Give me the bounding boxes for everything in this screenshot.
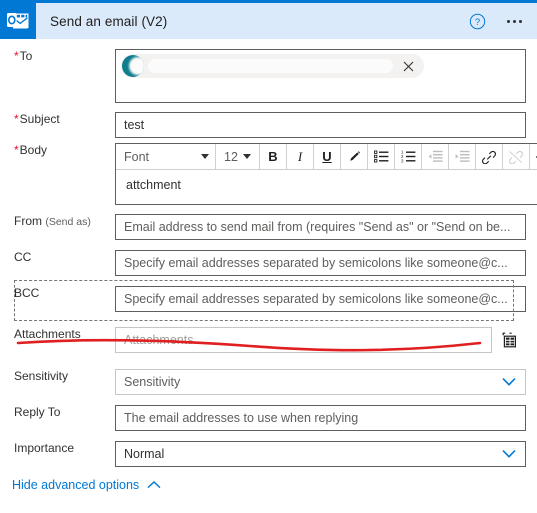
bcc-label: BCC (14, 286, 40, 300)
required-asterisk: * (14, 143, 19, 157)
importance-dropdown[interactable]: Normal (115, 441, 526, 467)
body-control: Font 12 B I U 1 2 3 attchment (115, 143, 537, 205)
font-size-dropdown[interactable]: 12 (216, 144, 260, 169)
chevron-down-icon (242, 154, 251, 159)
sensitivity-placeholder: Sensitivity (124, 375, 181, 389)
cc-input[interactable]: Specify email addresses separated by sem… (115, 250, 526, 276)
cc-control: Specify email addresses separated by sem… (115, 250, 526, 276)
insert-link-icon[interactable] (476, 144, 503, 169)
code-view-icon[interactable]: </> (530, 144, 537, 169)
chevron-down-icon (502, 377, 516, 387)
card-title: Send an email (V2) (50, 13, 168, 29)
body-editor-content[interactable]: attchment (116, 170, 537, 204)
to-label: *To (14, 49, 33, 63)
bulleted-list-icon[interactable] (368, 144, 395, 169)
subject-label: *Subject (14, 112, 60, 126)
ellipsis-dot (518, 19, 522, 23)
field-row-cc: CC Specify email addresses separated by … (0, 250, 537, 276)
bcc-input[interactable]: Specify email addresses separated by sem… (115, 286, 526, 312)
ellipsis-dot (512, 19, 516, 23)
field-row-from: From (Send as) Email address to send mai… (0, 214, 537, 240)
ellipsis-dot (506, 19, 510, 23)
from-control: Email address to send mail from (require… (115, 214, 526, 240)
dynamic-content-icon[interactable] (492, 332, 526, 349)
subject-control: test (115, 112, 526, 138)
more-commands-button[interactable] (501, 11, 527, 31)
numbered-list-icon[interactable]: 1 2 3 (395, 144, 422, 169)
remove-link-icon (503, 144, 530, 169)
field-row-body: *Body Font 12 B I U 1 2 3 attchment (0, 143, 537, 205)
field-row-to: *To (0, 49, 537, 103)
font-family-value: Font (124, 149, 150, 164)
field-row-subject: *Subject test (0, 112, 537, 138)
decrease-indent-icon (422, 144, 449, 169)
reply-to-input[interactable]: The email addresses to use when replying (115, 405, 526, 431)
hide-advanced-options-label: Hide advanced options (12, 478, 140, 492)
to-control (115, 49, 526, 103)
send-an-email-action-card: Send an email (V2) ? *To *Subject test *… (0, 0, 537, 513)
chevron-up-icon (147, 478, 161, 492)
chevron-down-icon (201, 154, 209, 159)
sensitivity-dropdown[interactable]: Sensitivity (115, 369, 526, 395)
field-row-attachments: Attachments Attachments (0, 327, 537, 353)
attachments-control: Attachments (115, 327, 526, 353)
help-circle-icon[interactable]: ? (467, 11, 487, 31)
to-input[interactable] (115, 49, 526, 103)
from-placeholder: Email address to send mail from (require… (124, 220, 511, 234)
required-asterisk: * (14, 49, 19, 63)
bcc-control: Specify email addresses separated by sem… (115, 286, 526, 312)
sensitivity-label: Sensitivity (14, 369, 69, 383)
field-row-sensitivity: Sensitivity Sensitivity (0, 369, 537, 395)
importance-control: Normal (115, 441, 526, 467)
cc-placeholder: Specify email addresses separated by sem… (124, 256, 508, 270)
attachments-placeholder: Attachments (124, 333, 194, 347)
rich-text-toolbar: Font 12 B I U 1 2 3 (116, 144, 537, 170)
reply-to-placeholder: The email addresses to use when replying (124, 411, 359, 425)
reply-to-control: The email addresses to use when replying (115, 405, 526, 431)
card-header[interactable]: Send an email (V2) ? (0, 3, 537, 39)
required-asterisk: * (14, 112, 19, 126)
font-size-value: 12 (224, 149, 238, 164)
from-label: From (Send as) (14, 214, 91, 228)
subject-input[interactable]: test (115, 112, 526, 138)
field-row-importance: Importance Normal (0, 441, 537, 467)
recipient-chip[interactable] (121, 54, 424, 78)
field-row-reply-to: Reply To The email addresses to use when… (0, 405, 537, 431)
recipient-name-redacted (148, 59, 393, 73)
svg-text:3: 3 (401, 158, 404, 163)
font-family-dropdown[interactable]: Font (116, 144, 216, 169)
importance-label: Importance (14, 441, 75, 455)
attachments-label: Attachments (14, 327, 81, 341)
importance-value: Normal (124, 447, 165, 461)
field-row-bcc: BCC Specify email addresses separated by… (0, 286, 537, 312)
hide-advanced-options-link[interactable]: Hide advanced options (12, 478, 161, 492)
svg-text:?: ? (474, 17, 479, 28)
italic-icon[interactable]: I (287, 144, 314, 169)
rich-text-editor[interactable]: Font 12 B I U 1 2 3 attchment (115, 143, 537, 205)
body-label: *Body (14, 143, 48, 157)
bcc-placeholder: Specify email addresses separated by sem… (124, 292, 508, 306)
cc-label: CC (14, 250, 32, 264)
bold-icon[interactable]: B (260, 144, 287, 169)
outlook-icon (0, 3, 36, 39)
from-input[interactable]: Email address to send mail from (require… (115, 214, 526, 240)
reply-to-label: Reply To (14, 405, 61, 419)
sensitivity-control: Sensitivity (115, 369, 526, 395)
chevron-down-icon (502, 449, 516, 459)
subject-value: test (124, 118, 145, 132)
increase-indent-icon (449, 144, 476, 169)
underline-icon[interactable]: U (314, 144, 341, 169)
from-label-suffix: (Send as) (45, 216, 91, 228)
attachments-input[interactable]: Attachments (115, 327, 492, 353)
close-icon[interactable] (399, 57, 417, 75)
text-color-icon[interactable] (341, 144, 368, 169)
avatar (122, 55, 144, 77)
